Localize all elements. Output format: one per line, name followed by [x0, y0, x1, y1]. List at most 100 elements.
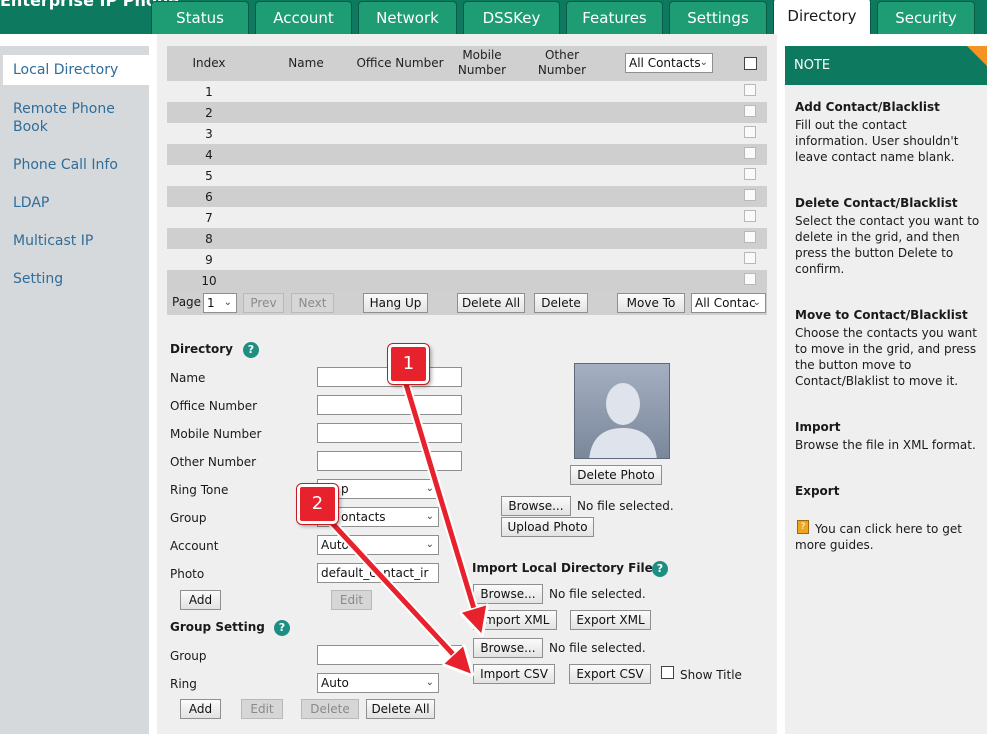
table-row[interactable]: 7 [167, 207, 767, 228]
callout-2: 2 [297, 484, 338, 524]
sidebar-item-ldap[interactable]: LDAP [13, 194, 49, 212]
export-xml-button[interactable]: Export XML [570, 610, 651, 630]
mobile-number-label: Mobile Number [170, 427, 262, 441]
chevron-down-icon: ⌄ [425, 539, 434, 550]
table-row[interactable]: 3 [167, 123, 767, 144]
page-select[interactable]: 1 ⌄ [203, 293, 237, 313]
help-icon[interactable]: ? [652, 561, 668, 577]
col-name: Name [288, 56, 324, 70]
edit-group-button[interactable]: Edit [241, 699, 283, 719]
photo-select[interactable]: default_contact_ir [317, 563, 439, 583]
help-icon[interactable]: ? [243, 342, 259, 358]
delete-all-groups-button[interactable]: Delete All [366, 699, 435, 719]
group-name-input[interactable] [317, 645, 462, 665]
tab-directory[interactable]: Directory [773, 0, 871, 34]
xml-browse-button[interactable]: Browse... [473, 584, 543, 604]
table-row[interactable]: 2 [167, 102, 767, 123]
directory-section-title: Directory [170, 342, 233, 356]
row-checkbox[interactable] [744, 252, 756, 264]
tab-security[interactable]: Security [877, 1, 975, 34]
move-to-button[interactable]: Move To [617, 293, 685, 313]
table-row[interactable]: 9 [167, 249, 767, 270]
row-checkbox[interactable] [744, 147, 756, 159]
import-csv-button[interactable]: Import CSV [473, 664, 555, 684]
row-checkbox[interactable] [744, 273, 756, 285]
delete-button[interactable]: Delete [534, 293, 588, 313]
account-select[interactable]: Auto ⌄ [317, 535, 439, 555]
office-number-input[interactable] [317, 395, 462, 415]
help-icon[interactable]: ? [274, 620, 290, 636]
ring-tone-label: Ring Tone [170, 483, 229, 497]
table-row[interactable]: 10 [167, 270, 767, 291]
row-checkbox[interactable] [744, 231, 756, 243]
row-checkbox[interactable] [744, 168, 756, 180]
name-label: Name [170, 371, 206, 385]
note-panel: NOTE Add Contact/Blacklist Fill out the … [785, 46, 987, 734]
note-text-move: Choose the contacts you want to move in … [795, 326, 977, 388]
contacts-filter-select[interactable]: All Contacts ⌄ [625, 53, 713, 73]
mobile-number-input[interactable] [317, 423, 462, 443]
col-mobile-number: Mobile Number [457, 48, 507, 77]
delete-group-button[interactable]: Delete [301, 699, 359, 719]
chevron-down-icon: ⌄ [752, 297, 761, 308]
tab-settings[interactable]: Settings [669, 1, 767, 34]
table-row[interactable]: 6 [167, 186, 767, 207]
tab-features[interactable]: Features [566, 1, 663, 34]
sidebar-item-setting[interactable]: Setting [13, 270, 63, 288]
tab-account[interactable]: Account [255, 1, 352, 34]
import-xml-button[interactable]: Import XML [473, 610, 557, 630]
row-checkbox[interactable] [744, 126, 756, 138]
show-title-checkbox[interactable] [661, 666, 674, 679]
note-title-add: Add Contact/Blacklist [795, 100, 940, 114]
add-contact-button[interactable]: Add [180, 590, 221, 610]
group-ring-select[interactable]: Auto ⌄ [317, 673, 439, 693]
table-row[interactable]: 8 [167, 228, 767, 249]
delete-all-button[interactable]: Delete All [457, 293, 525, 313]
next-button[interactable]: Next [291, 293, 334, 313]
upload-photo-button[interactable]: Upload Photo [501, 517, 594, 537]
add-group-button[interactable]: Add [180, 699, 221, 719]
row-checkbox[interactable] [744, 210, 756, 222]
tab-dsskey[interactable]: DSSKey [463, 1, 560, 34]
export-csv-button[interactable]: Export CSV [569, 664, 651, 684]
sidebar-item-remote-phone-book[interactable]: Remote Phone Book [13, 100, 133, 136]
row-checkbox[interactable] [744, 189, 756, 201]
csv-browse-button[interactable]: Browse... [473, 638, 543, 658]
sidebar-item-phone-call-info[interactable]: Phone Call Info [13, 156, 118, 174]
note-header: NOTE [785, 46, 987, 85]
table-row[interactable]: 1 [167, 81, 767, 102]
select-all-checkbox[interactable] [744, 57, 757, 70]
account-label: Account [170, 539, 219, 553]
note-title-move: Move to Contact/Blacklist [795, 308, 968, 322]
tab-status[interactable]: Status [151, 1, 249, 34]
sidebar-item-local-directory[interactable]: Local Directory [3, 55, 149, 85]
show-title-label: Show Title [680, 668, 742, 682]
chevron-down-icon: ⌄ [425, 511, 434, 522]
office-number-label: Office Number [170, 399, 258, 413]
table-header: Index Name Office Number Mobile Number O… [167, 46, 767, 81]
xml-file-status: No file selected. [549, 587, 646, 601]
table-row[interactable]: 5 [167, 165, 767, 186]
group-label: Group [170, 511, 207, 525]
photo-file-status: No file selected. [577, 499, 674, 513]
table-row[interactable]: 4 [167, 144, 767, 165]
other-number-input[interactable] [317, 451, 462, 471]
sidebar-item-multicast-ip[interactable]: Multicast IP [13, 232, 93, 250]
move-target-select[interactable]: All Contac ⌄ [691, 293, 766, 313]
hang-up-button[interactable]: Hang Up [363, 293, 428, 313]
note-title-import: Import [795, 420, 841, 434]
edit-contact-button[interactable]: Edit [331, 590, 372, 610]
guide-link[interactable]: You can click here to get more guides. [795, 521, 980, 553]
tab-network[interactable]: Network [358, 1, 457, 34]
note-text-import: Browse the file in XML format. [795, 438, 976, 452]
photo-browse-button[interactable]: Browse... [501, 496, 571, 516]
avatar-silhouette-icon [575, 364, 669, 458]
row-checkbox[interactable] [744, 105, 756, 117]
col-office-number: Office Number [356, 56, 444, 70]
prev-button[interactable]: Prev [243, 293, 284, 313]
delete-photo-button[interactable]: Delete Photo [570, 465, 662, 485]
note-title-delete: Delete Contact/Blacklist [795, 196, 958, 210]
col-other-number: Other Number [537, 48, 587, 77]
row-checkbox[interactable] [744, 84, 756, 96]
left-sidebar: Local Directory Remote Phone Book Phone … [0, 46, 149, 734]
